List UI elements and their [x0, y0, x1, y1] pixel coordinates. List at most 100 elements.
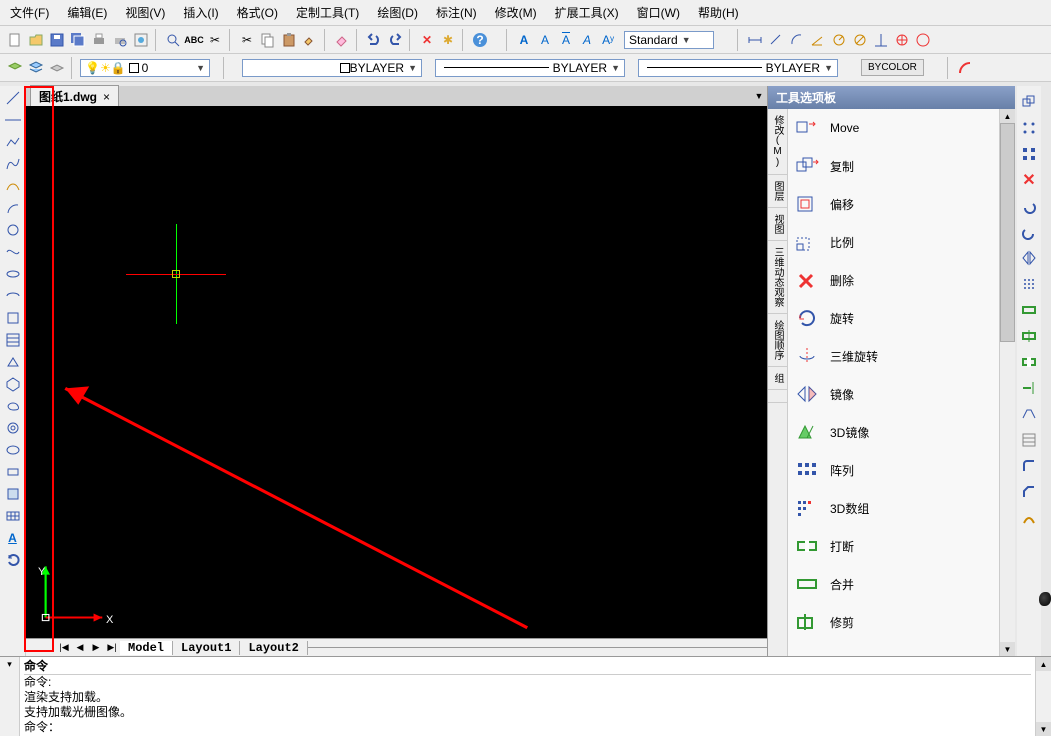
r-explode-tool[interactable]: [1019, 508, 1039, 528]
r-undo2-tool[interactable]: [1019, 196, 1039, 216]
palette-item-array3d[interactable]: 3D数组: [788, 489, 999, 527]
dim-linear-button[interactable]: [746, 31, 764, 49]
menu-dimension[interactable]: 标注(N): [430, 2, 483, 23]
hatch-tool[interactable]: [3, 330, 23, 350]
menu-view[interactable]: 视图(V): [119, 2, 171, 23]
layout-prev-button[interactable]: ◀: [73, 641, 87, 655]
rectangle-tool[interactable]: [3, 176, 23, 196]
tab-overflow-button[interactable]: ▼: [751, 91, 767, 101]
refresh-tool[interactable]: [3, 550, 23, 570]
r-dots1-tool[interactable]: [1019, 118, 1039, 138]
menu-file[interactable]: 文件(F): [4, 2, 55, 23]
layer-filter-button[interactable]: [48, 59, 66, 77]
circle-tool[interactable]: [3, 220, 23, 240]
palette-item-mirror3d[interactable]: 3D镜像: [788, 413, 999, 451]
menu-insert[interactable]: 插入(I): [177, 2, 224, 23]
vtab-3dorbit[interactable]: 三维动态观察: [768, 241, 787, 314]
palette-item-offset[interactable]: 偏移: [788, 185, 999, 223]
palette-item-array[interactable]: 阵列: [788, 451, 999, 489]
eraser-button[interactable]: [333, 31, 351, 49]
print-preview-button[interactable]: [111, 31, 129, 49]
r-lengthen-tool[interactable]: [1019, 430, 1039, 450]
drawing-viewport[interactable]: Y X: [26, 106, 767, 638]
vtab-layer[interactable]: 图层: [768, 175, 787, 208]
palette-item-rotate[interactable]: 旋转: [788, 299, 999, 337]
r-snap-tool[interactable]: [1019, 274, 1039, 294]
layout-tab-model[interactable]: Model: [120, 641, 173, 655]
ellipse-tool[interactable]: [3, 264, 23, 284]
new-button[interactable]: [6, 31, 24, 49]
find-button[interactable]: [164, 31, 182, 49]
undo-button[interactable]: [365, 31, 383, 49]
print-button[interactable]: [90, 31, 108, 49]
palette-item-break[interactable]: 打断: [788, 527, 999, 565]
menu-edit[interactable]: 编辑(E): [61, 2, 113, 23]
matchprop-button[interactable]: [301, 31, 319, 49]
block-tool[interactable]: [3, 484, 23, 504]
r-fillet-tool[interactable]: [1019, 456, 1039, 476]
dim-center-button[interactable]: [893, 31, 911, 49]
help-button[interactable]: ?: [471, 31, 489, 49]
color-dropdown[interactable]: BYLAYER▼: [242, 59, 422, 77]
palette-item-copy[interactable]: 复制: [788, 147, 999, 185]
r-stretch-tool[interactable]: [1019, 404, 1039, 424]
r-copy-tool[interactable]: [1019, 92, 1039, 112]
menu-customtools[interactable]: 定制工具(T): [290, 2, 365, 23]
scroll-down-button[interactable]: ▼: [1000, 642, 1015, 656]
r-redo2-tool[interactable]: [1019, 222, 1039, 242]
vtab-view[interactable]: 视图: [768, 208, 787, 241]
palette-item-trim[interactable]: 修剪: [788, 603, 999, 641]
insert-tool[interactable]: [3, 308, 23, 328]
menu-draw[interactable]: 绘图(D): [371, 2, 424, 23]
menu-help[interactable]: 帮助(H): [692, 2, 745, 23]
paste-button[interactable]: [280, 31, 298, 49]
dim-diameter-button[interactable]: [851, 31, 869, 49]
palette-scrollbar[interactable]: ▲ ▼: [999, 109, 1015, 656]
linetype-dropdown[interactable]: BYLAYER▼: [435, 59, 625, 77]
palette-item-mirror[interactable]: 镜像: [788, 375, 999, 413]
cut-button[interactable]: ✂: [206, 31, 224, 49]
dim-angular-button[interactable]: [809, 31, 827, 49]
bycolor-button[interactable]: BYCOLOR: [861, 59, 924, 76]
r-join-tool[interactable]: [1019, 326, 1039, 346]
spline-tool[interactable]: [3, 242, 23, 262]
layer-props-button[interactable]: [6, 59, 24, 77]
menu-modify[interactable]: 修改(M): [489, 2, 543, 23]
palette-item-scale[interactable]: 比例: [788, 223, 999, 261]
scroll-thumb[interactable]: [1000, 123, 1015, 342]
boundary-tool[interactable]: [3, 352, 23, 372]
layout-tab-1[interactable]: Layout1: [173, 641, 240, 655]
scroll-up-button[interactable]: ▲: [1000, 109, 1015, 123]
spellcheck-button[interactable]: ABC: [185, 31, 203, 49]
vtab-modify[interactable]: 修改(M): [768, 109, 787, 175]
redo-button[interactable]: [386, 31, 404, 49]
ellipse-arc-tool[interactable]: [3, 286, 23, 306]
vtab-more[interactable]: [768, 390, 787, 403]
region-tool[interactable]: [3, 374, 23, 394]
menu-extend[interactable]: 扩展工具(X): [549, 2, 625, 23]
file-tab[interactable]: 图纸1.dwg ×: [30, 85, 119, 107]
cmd-expand-button[interactable]: ▾: [7, 659, 12, 670]
dim-leader-button[interactable]: [914, 31, 932, 49]
menu-window[interactable]: 窗口(W): [631, 2, 686, 23]
line-tool[interactable]: [3, 88, 23, 108]
r-erase-tool[interactable]: ✕: [1019, 170, 1039, 190]
text-style-dropdown[interactable]: Standard▼: [624, 31, 714, 49]
r-dots2-tool[interactable]: [1019, 144, 1039, 164]
revcloud-tool[interactable]: [3, 418, 23, 438]
text-a4-button[interactable]: A: [578, 31, 596, 49]
mtext-tool[interactable]: A: [3, 528, 23, 548]
layout-last-button[interactable]: ▶|: [105, 641, 119, 655]
palette-item-rotate3d[interactable]: 三维旋转: [788, 337, 999, 375]
layer-state-button[interactable]: [27, 59, 45, 77]
command-text[interactable]: 命令 命令: 渲染支持加载。 支持加载光栅图像。 命令：: [20, 657, 1035, 736]
dim-arc-button[interactable]: [788, 31, 806, 49]
wipeout-tool[interactable]: [3, 396, 23, 416]
palette-header[interactable]: 工具选项板: [768, 86, 1015, 109]
palette-item-delete[interactable]: 删除: [788, 261, 999, 299]
vtab-draworder[interactable]: 绘图顺序: [768, 314, 787, 367]
dim-radius-button[interactable]: [830, 31, 848, 49]
layer-dropdown[interactable]: 💡 ☀ 🔒 0 ▼: [80, 59, 210, 77]
r-extend-tool[interactable]: [1019, 378, 1039, 398]
text-a1-button[interactable]: A: [515, 31, 533, 49]
